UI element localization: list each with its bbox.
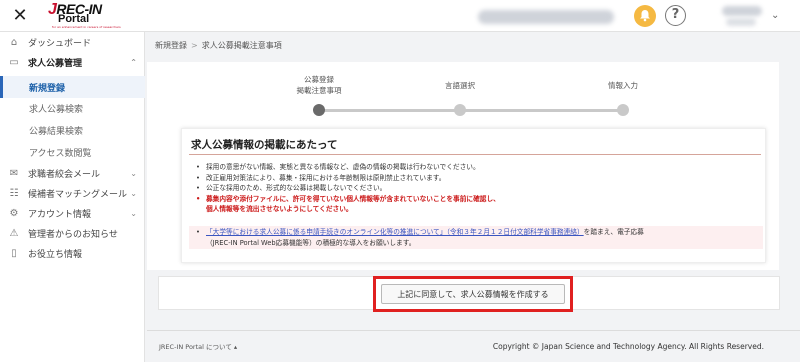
notice-title: 求人公募情報の掲載にあたって [191,139,338,151]
sidebar-item-dashboard[interactable]: ⌂ ダッシュボード [0,32,145,52]
sidebar-item-label: ダッシュボード [28,38,92,49]
document-icon: ▭ [9,56,19,68]
jrec-in-logo[interactable]: JREC-IN Portal for an enhancement in car… [48,2,121,30]
breadcrumb: 新規登録 > 求人公募掲載注意事項 [155,40,282,51]
stepper-track [319,109,624,112]
list-item: 公正な採用のため、形式的な公募は掲載しないでください。 [196,183,761,194]
notice-list: 採用の意思がない情報、実態と異なる情報など、虚偽の情報の掲載は行わないでください… [196,162,761,215]
sidebar-item-label: 管理者からのお知らせ [28,229,118,240]
sidebar-item-label: 求人公募管理 [28,58,83,69]
warning-icon: ⚠ [9,227,19,239]
copyright: Copyright © Japan Science and Technology… [492,342,764,351]
sidebar-item-useful-info[interactable]: ▯ お役立ち情報 [0,243,145,263]
divider [189,154,761,155]
online-application-notice-link[interactable]: 「大学等における求人公募に係る申請手続きのオンライン化等の推進について」（令和３… [206,228,584,236]
mail-icon: ✉ [9,167,19,179]
chevron-down-icon: ⌄ [130,188,137,198]
step-2-label: 言語選択 [445,81,475,90]
bell-icon[interactable] [634,5,656,27]
sidebar-item-label: 求職者絞会メール [28,169,101,180]
book-icon: ▯ [11,247,17,259]
chevron-down-icon: ⌄ [130,168,137,178]
agree-create-job-button[interactable]: 上記に同意して、求人公募情報を作成する [381,284,565,304]
step-3-label: 情報入力 [608,81,638,90]
step-1-dot [313,104,325,116]
blurred-account-name[interactable] [722,6,762,16]
sidebar-item-label: アカウント情報 [28,209,92,220]
step-1-label: 公募登録 掲載注意事項 [296,75,342,95]
blurred-user-info [478,10,614,24]
list-item: 採用の意思がない情報、実態と異なる情報など、虚偽の情報の掲載は行わないでください… [196,162,761,173]
sidebar-item-seeker-mail[interactable]: ✉ 求職者絞会メール ⌄ [0,163,145,183]
step-3-dot [617,104,629,116]
chevron-down-icon[interactable]: ⌄ [771,10,779,21]
sidebar-item-matching-mail[interactable]: ☷ 候補者マッチングメール ⌄ [0,183,145,203]
breadcrumb-separator: > [191,41,198,50]
home-icon: ⌂ [10,36,18,48]
breadcrumb-current: 求人公募掲載注意事項 [201,41,282,50]
list-item: 改正雇用対策法により、募集・採用における年齢制限は原則禁止されています。 [196,173,761,184]
sidebar-subitem-new-registration[interactable]: 新規登録 [0,76,145,98]
sidebar-item-account[interactable]: ⚙ アカウント情報 ⌄ [0,203,145,223]
top-header: ✕ JREC-IN Portal for an enhancement in c… [0,0,800,32]
blurred-account-org [726,18,756,26]
footer: JREC-IN Portal について ▴ Copyright © Japan … [147,330,800,362]
breadcrumb-link-new-registration[interactable]: 新規登録 [155,41,187,50]
chevron-down-icon: ⌄ [130,208,137,218]
sidebar-subitem-job-search[interactable]: 求人公募検索 [0,97,145,119]
chevron-up-icon: ⌃ [130,57,137,67]
close-icon[interactable]: ✕ [10,6,30,26]
sidebar-item-label: お役立ち情報 [28,249,83,260]
sidebar-item-job-management[interactable]: ▭ 求人公募管理 ⌃ [0,52,145,72]
warning-item: 募集内容や添付ファイルに、許可を得ていない個人情報等が含まれていないことを事前に… [196,194,761,205]
sidebar-subitem-access-count[interactable]: アクセス数閲覧 [0,141,145,163]
help-icon[interactable]: ? [665,5,686,26]
about-link[interactable]: JREC-IN Portal について ▴ [159,341,237,351]
users-icon: ☷ [9,187,19,199]
sidebar-item-admin-notices[interactable]: ⚠ 管理者からのお知らせ [0,223,145,243]
sidebar: ⌂ ダッシュボード ▭ 求人公募管理 ⌃ 新規登録 求人公募検索 公募結果検索 … [0,32,145,362]
notice-box: 求人公募情報の掲載にあたって 採用の意思がない情報、実態と異なる情報など、虚偽の… [181,128,766,263]
settings-icon: ⚙ [9,207,19,219]
step-2-dot [454,104,466,116]
sidebar-subitem-result-search[interactable]: 公募結果検索 [0,119,145,141]
warning-item-continued: 個人情報等を流出させないようにしてください。 [206,205,353,213]
sidebar-item-label: 候補者マッチングメール [28,189,128,200]
